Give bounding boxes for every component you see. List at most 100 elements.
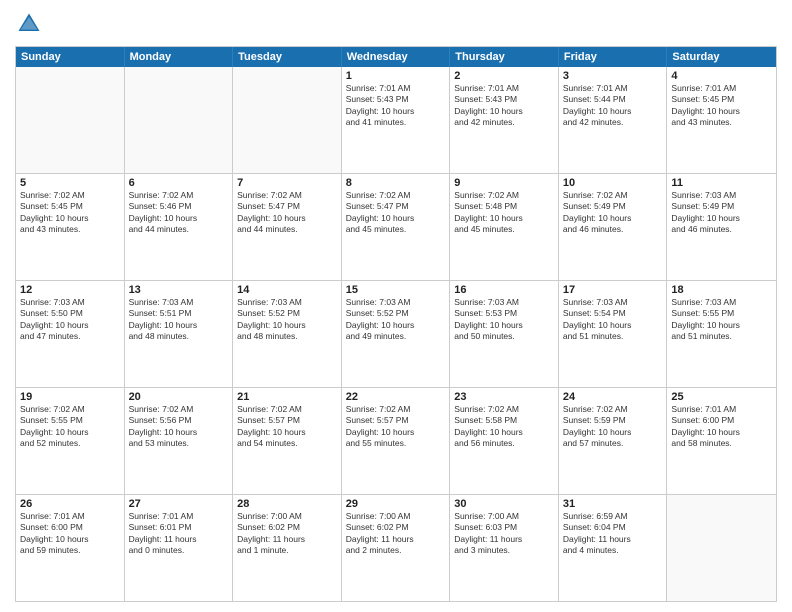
day-number: 14 <box>237 284 337 296</box>
day-number: 13 <box>129 284 229 296</box>
day-number: 4 <box>671 70 772 82</box>
day-info: Sunrise: 7:02 AMSunset: 5:59 PMDaylight:… <box>563 404 663 450</box>
day-cell: 29Sunrise: 7:00 AMSunset: 6:02 PMDayligh… <box>342 495 451 601</box>
day-cell: 24Sunrise: 7:02 AMSunset: 5:59 PMDayligh… <box>559 388 668 494</box>
day-number: 8 <box>346 177 446 189</box>
day-header: Thursday <box>450 47 559 67</box>
day-cell <box>125 67 234 173</box>
day-cell: 14Sunrise: 7:03 AMSunset: 5:52 PMDayligh… <box>233 281 342 387</box>
header <box>15 10 777 38</box>
day-info: Sunrise: 7:03 AMSunset: 5:52 PMDaylight:… <box>346 297 446 343</box>
week-row: 1 Sunrise: 7:01 AMSunset: 5:43 PMDaylight… <box>16 67 776 173</box>
day-number: 12 <box>20 284 120 296</box>
day-info: Sunrise: 7:02 AMSunset: 5:57 PMDaylight:… <box>237 404 337 450</box>
day-info: Sunrise: 7:01 AMSunset: 6:01 PMDaylight:… <box>129 511 229 557</box>
day-info: Sunrise: 7:02 AMSunset: 5:47 PMDaylight:… <box>237 190 337 236</box>
day-number: 18 <box>671 284 772 296</box>
day-cell: 7Sunrise: 7:02 AMSunset: 5:47 PMDaylight… <box>233 174 342 280</box>
day-info: Sunrise: 7:01 AMSunset: 5:43 PMDaylight:… <box>454 83 554 129</box>
day-cell: 12Sunrise: 7:03 AMSunset: 5:50 PMDayligh… <box>16 281 125 387</box>
day-number: 10 <box>563 177 663 189</box>
day-cell: 10Sunrise: 7:02 AMSunset: 5:49 PMDayligh… <box>559 174 668 280</box>
day-info: Sunrise: 7:02 AMSunset: 5:46 PMDaylight:… <box>129 190 229 236</box>
day-cell: 31Sunrise: 6:59 AMSunset: 6:04 PMDayligh… <box>559 495 668 601</box>
day-cell: 23Sunrise: 7:02 AMSunset: 5:58 PMDayligh… <box>450 388 559 494</box>
weeks: 1 Sunrise: 7:01 AMSunset: 5:43 PMDaylight… <box>16 67 776 601</box>
day-header: Saturday <box>667 47 776 67</box>
day-number: 29 <box>346 498 446 510</box>
day-info: Sunrise: 7:03 AMSunset: 5:51 PMDaylight:… <box>129 297 229 343</box>
page: SundayMondayTuesdayWednesdayThursdayFrid… <box>0 0 792 612</box>
day-info: Sunrise: 7:01 AMSunset: 5:45 PMDaylight:… <box>671 83 772 129</box>
day-info: Sunrise: 7:02 AMSunset: 5:55 PMDaylight:… <box>20 404 120 450</box>
day-cell: 9Sunrise: 7:02 AMSunset: 5:48 PMDaylight… <box>450 174 559 280</box>
day-number: 17 <box>563 284 663 296</box>
day-info: Sunrise: 7:02 AMSunset: 5:47 PMDaylight:… <box>346 190 446 236</box>
day-cell: 25Sunrise: 7:01 AMSunset: 6:00 PMDayligh… <box>667 388 776 494</box>
day-header: Friday <box>559 47 668 67</box>
week-row: 5Sunrise: 7:02 AMSunset: 5:45 PMDaylight… <box>16 173 776 280</box>
logo-icon <box>15 10 43 38</box>
day-number: 30 <box>454 498 554 510</box>
day-number: 5 <box>20 177 120 189</box>
day-number: 3 <box>563 70 663 82</box>
day-cell: 15Sunrise: 7:03 AMSunset: 5:52 PMDayligh… <box>342 281 451 387</box>
day-cell: 19Sunrise: 7:02 AMSunset: 5:55 PMDayligh… <box>16 388 125 494</box>
day-header: Tuesday <box>233 47 342 67</box>
day-number: 7 <box>237 177 337 189</box>
day-info: Sunrise: 6:59 AMSunset: 6:04 PMDaylight:… <box>563 511 663 557</box>
day-info: Sunrise: 7:03 AMSunset: 5:50 PMDaylight:… <box>20 297 120 343</box>
day-header: Sunday <box>16 47 125 67</box>
calendar: SundayMondayTuesdayWednesdayThursdayFrid… <box>15 46 777 602</box>
day-number: 22 <box>346 391 446 403</box>
day-info: Sunrise: 7:02 AMSunset: 5:56 PMDaylight:… <box>129 404 229 450</box>
day-number: 26 <box>20 498 120 510</box>
day-number: 9 <box>454 177 554 189</box>
day-cell: 22Sunrise: 7:02 AMSunset: 5:57 PMDayligh… <box>342 388 451 494</box>
day-info: Sunrise: 7:01 AMSunset: 5:44 PMDaylight:… <box>563 83 663 129</box>
day-info: Sunrise: 7:00 AMSunset: 6:02 PMDaylight:… <box>237 511 337 557</box>
day-headers: SundayMondayTuesdayWednesdayThursdayFrid… <box>16 47 776 67</box>
day-number: 24 <box>563 391 663 403</box>
week-row: 19Sunrise: 7:02 AMSunset: 5:55 PMDayligh… <box>16 387 776 494</box>
day-cell: 8Sunrise: 7:02 AMSunset: 5:47 PMDaylight… <box>342 174 451 280</box>
day-cell: 16Sunrise: 7:03 AMSunset: 5:53 PMDayligh… <box>450 281 559 387</box>
day-info: Sunrise: 7:03 AMSunset: 5:54 PMDaylight:… <box>563 297 663 343</box>
day-number: 21 <box>237 391 337 403</box>
day-cell: 18Sunrise: 7:03 AMSunset: 5:55 PMDayligh… <box>667 281 776 387</box>
day-cell: 1Sunrise: 7:01 AMSunset: 5:43 PMDaylight… <box>342 67 451 173</box>
day-number: 11 <box>671 177 772 189</box>
day-info: Sunrise: 7:03 AMSunset: 5:53 PMDaylight:… <box>454 297 554 343</box>
week-row: 26Sunrise: 7:01 AMSunset: 6:00 PMDayligh… <box>16 494 776 601</box>
day-info: Sunrise: 7:02 AMSunset: 5:58 PMDaylight:… <box>454 404 554 450</box>
day-info: Sunrise: 7:03 AMSunset: 5:55 PMDaylight:… <box>671 297 772 343</box>
day-number: 31 <box>563 498 663 510</box>
week-row: 12Sunrise: 7:03 AMSunset: 5:50 PMDayligh… <box>16 280 776 387</box>
day-cell: 28Sunrise: 7:00 AMSunset: 6:02 PMDayligh… <box>233 495 342 601</box>
day-number: 19 <box>20 391 120 403</box>
day-info: Sunrise: 7:03 AMSunset: 5:52 PMDaylight:… <box>237 297 337 343</box>
day-info: Sunrise: 7:02 AMSunset: 5:49 PMDaylight:… <box>563 190 663 236</box>
day-number: 25 <box>671 391 772 403</box>
day-header: Monday <box>125 47 234 67</box>
day-number: 1 <box>346 70 446 82</box>
day-cell: 27Sunrise: 7:01 AMSunset: 6:01 PMDayligh… <box>125 495 234 601</box>
day-info: Sunrise: 7:02 AMSunset: 5:57 PMDaylight:… <box>346 404 446 450</box>
day-cell: 26Sunrise: 7:01 AMSunset: 6:00 PMDayligh… <box>16 495 125 601</box>
day-number: 15 <box>346 284 446 296</box>
day-cell: 17Sunrise: 7:03 AMSunset: 5:54 PMDayligh… <box>559 281 668 387</box>
day-cell: 3Sunrise: 7:01 AMSunset: 5:44 PMDaylight… <box>559 67 668 173</box>
day-number: 16 <box>454 284 554 296</box>
day-info: Sunrise: 7:00 AMSunset: 6:03 PMDaylight:… <box>454 511 554 557</box>
day-info: Sunrise: 7:03 AMSunset: 5:49 PMDaylight:… <box>671 190 772 236</box>
day-cell: 4Sunrise: 7:01 AMSunset: 5:45 PMDaylight… <box>667 67 776 173</box>
day-cell <box>667 495 776 601</box>
day-number: 20 <box>129 391 229 403</box>
day-number: 6 <box>129 177 229 189</box>
day-info: Sunrise: 7:02 AMSunset: 5:48 PMDaylight:… <box>454 190 554 236</box>
day-cell: 6Sunrise: 7:02 AMSunset: 5:46 PMDaylight… <box>125 174 234 280</box>
day-cell: 5Sunrise: 7:02 AMSunset: 5:45 PMDaylight… <box>16 174 125 280</box>
day-cell: 2Sunrise: 7:01 AMSunset: 5:43 PMDaylight… <box>450 67 559 173</box>
day-info: Sunrise: 7:02 AMSunset: 5:45 PMDaylight:… <box>20 190 120 236</box>
day-number: 28 <box>237 498 337 510</box>
